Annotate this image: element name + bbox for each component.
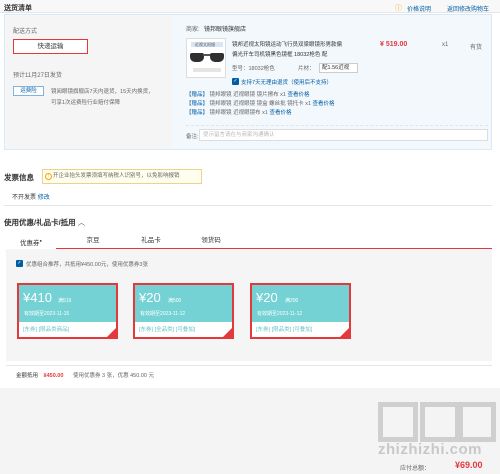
- watermark-text: zhizhizhi.com: [378, 441, 482, 458]
- gift-tag: 【赠品】: [186, 101, 209, 107]
- product-title-line-2[interactable]: 偏光开车司机镜黑色镜框 18032枪色 配: [232, 50, 327, 58]
- freight-insurance-text-2: 可享1次运费险行业赔付保障: [51, 100, 121, 106]
- tab-gift-card[interactable]: 礼品卡: [126, 233, 176, 249]
- gift-price-link[interactable]: 查看价格: [313, 101, 335, 107]
- tab-pickup-code[interactable]: 领货码: [186, 233, 236, 249]
- left-lens-shape: [190, 53, 204, 62]
- right-lens-shape: [210, 53, 224, 62]
- store-name[interactable]: 镜邦眼镜旗舰店: [204, 24, 246, 33]
- return-notice-icon: ✓: [232, 78, 239, 85]
- gift-price-link[interactable]: 查看价格: [287, 92, 309, 98]
- active-dot: ●: [39, 238, 42, 243]
- coupon-condition: 满519: [58, 298, 72, 304]
- invoice-edit-link[interactable]: 修改: [38, 195, 50, 201]
- coupon-header: ¥20 满200 有效期至2023-11-12: [252, 285, 349, 322]
- divider: [4, 205, 492, 206]
- stock-status: 有货: [470, 45, 483, 51]
- watermark-glyph: [458, 402, 496, 442]
- tab-jingdou[interactable]: 京豆: [68, 233, 118, 249]
- invoice-tip: ! 开企业抬头发票须填写纳税人识别号，以免影响报销: [42, 169, 202, 184]
- gift-tag: 【赠品】: [186, 110, 209, 116]
- back-to-cart-link[interactable]: 返回修改购物车: [447, 4, 489, 13]
- product-title-line-1[interactable]: 镜邦近视太阳镜运动飞行员双梁眼镜形男款偏: [232, 40, 342, 48]
- coupon-tags: [东券] [限品类商品]: [23, 327, 70, 333]
- chevron-up-icon: ︿: [77, 218, 86, 227]
- total-label: 应付总额：: [400, 466, 431, 472]
- gift-name[interactable]: 镜邦眼镜 近视眼镜 镜片擦布: [210, 92, 279, 98]
- gift-price-link[interactable]: 查看价格: [269, 110, 291, 116]
- gift-name[interactable]: 镜邦眼镜 近视眼镜布: [210, 110, 261, 116]
- spec-model: 型号：18032枪色: [232, 66, 275, 72]
- invoice-status: 不开发票: [12, 195, 37, 201]
- invoice-title: 发票信息: [4, 173, 34, 182]
- freight-insurance-tag: 运费险: [13, 86, 44, 96]
- gift-qty: x1: [280, 92, 286, 98]
- coupon-date: 有效期至2023-11-12: [257, 311, 303, 317]
- image-placeholder-strip: [186, 78, 226, 86]
- selected-corner-icon: [223, 328, 232, 337]
- product-qty: x1: [442, 42, 449, 48]
- total-amount: ¥69.00: [455, 460, 483, 470]
- combo-recommend-label: 优惠组合推荐，共抵用¥450.00元，使用优惠券3张: [26, 262, 148, 268]
- gift-name[interactable]: 镜邦眼镜 近视眼镜 镜盒 螺丝批 镜托卡: [210, 101, 304, 107]
- shipping-label: 配送方式: [13, 29, 38, 35]
- remark-label: 备注:: [186, 134, 199, 140]
- product-price: ¥ 519.00: [380, 41, 408, 48]
- coupon-card[interactable]: ¥20 满500 有效期至2023-11-12 [东券] [全品类] [可叠加]: [133, 283, 234, 339]
- coupon-summary-row: 金额抵用 ¥450.00 使用优惠券 3 张，优惠 450.00 元: [16, 371, 154, 379]
- coupon-value: ¥20: [256, 290, 278, 305]
- spec-lens-label: 片材：: [298, 66, 315, 72]
- store-label: 商家:: [186, 27, 200, 33]
- delivery-method-button[interactable]: 快递运输: [13, 39, 88, 54]
- coupon-header: ¥410 满519 有效期至2023-11-15: [19, 285, 116, 322]
- warning-icon: !: [45, 173, 52, 180]
- coupon-condition: 满200: [285, 298, 299, 304]
- coupon-value: ¥20: [139, 290, 161, 305]
- coupon-tags: [东券] [全品类] [可叠加]: [139, 327, 196, 333]
- summary-label: 金额抵用: [16, 373, 39, 379]
- freight-insurance-text-1: 镜阅眼镜旗舰店7天内退货，15天内换货，: [51, 89, 154, 95]
- return-notice: 支持7天无理由退货（使用后不支持）: [241, 80, 333, 86]
- invoice-tip-text: 开企业抬头发票须填写纳税人识别号，以免影响报销: [53, 173, 180, 179]
- coupon-value: ¥410: [23, 290, 52, 305]
- coupon-condition: 满500: [168, 298, 182, 304]
- price-notice-link[interactable]: 价格说明: [407, 4, 431, 13]
- image-caption: 近视太阳镜: [195, 42, 215, 47]
- coupon-header: ¥20 满500 有效期至2023-11-12: [135, 285, 232, 322]
- lens-spec-select[interactable]: 配1.56近视太...: [319, 63, 358, 73]
- gift-tag: 【赠品】: [186, 92, 209, 98]
- gift-row: 【赠品】 镜邦眼镜 近视眼镜 镜盒 螺丝批 镜托卡 x1 查看价格: [186, 99, 335, 107]
- coupon-tags: [东券] [限品类] [可叠加]: [256, 327, 313, 333]
- summary-amount: ¥450.00: [43, 373, 64, 379]
- image-footer: [193, 68, 221, 72]
- product-image[interactable]: 近视太阳镜: [186, 38, 226, 78]
- info-icon: ⓘ: [395, 5, 402, 12]
- tab-label: 优惠券: [20, 240, 40, 248]
- coupon-card[interactable]: ¥20 满200 有效期至2023-11-12 [东券] [限品类] [可叠加]: [250, 283, 351, 339]
- coupon-date: 有效期至2023-11-12: [140, 311, 186, 317]
- watermark-glyph: [420, 402, 460, 442]
- gift-qty: x1: [305, 101, 312, 107]
- page-title: 送货清单: [4, 5, 32, 12]
- coupon-card[interactable]: ¥410 满519 有效期至2023-11-15 [东券] [限品类商品]: [17, 283, 118, 339]
- summary-detail: 使用优惠券 3 张，优惠 450.00 元: [72, 373, 154, 379]
- gift-qty: x1: [262, 110, 268, 116]
- gift-row: 【赠品】 镜邦眼镜 近视眼镜 镜片擦布 x1 查看价格: [186, 90, 310, 98]
- selected-corner-icon: [107, 328, 116, 337]
- coupon-section-title-text: 使用优惠/礼品卡/抵用: [4, 218, 76, 227]
- coupon-tabs: 优惠券● 京豆 礼品卡 领货码: [6, 233, 492, 249]
- ship-eta: 预计11月27日发货: [13, 73, 62, 79]
- invoice-status-row: 不开发票 修改: [12, 192, 50, 201]
- shipping-panel: [6, 16, 172, 149]
- remark-divider: [186, 125, 488, 126]
- coupon-date: 有效期至2023-11-15: [24, 311, 70, 317]
- remark-input[interactable]: 提示留言请在与商家沟通确认: [199, 129, 488, 141]
- tab-coupons[interactable]: 优惠券●: [6, 233, 56, 249]
- gift-row: 【赠品】 镜邦眼镜 近视眼镜布 x1 查看价格: [186, 108, 291, 116]
- combo-recommend-checkbox[interactable]: ✓: [16, 260, 23, 267]
- watermark-glyph: [378, 402, 418, 442]
- selected-corner-icon: [340, 328, 349, 337]
- coupon-section-title[interactable]: 使用优惠/礼品卡/抵用 ︿: [4, 217, 85, 228]
